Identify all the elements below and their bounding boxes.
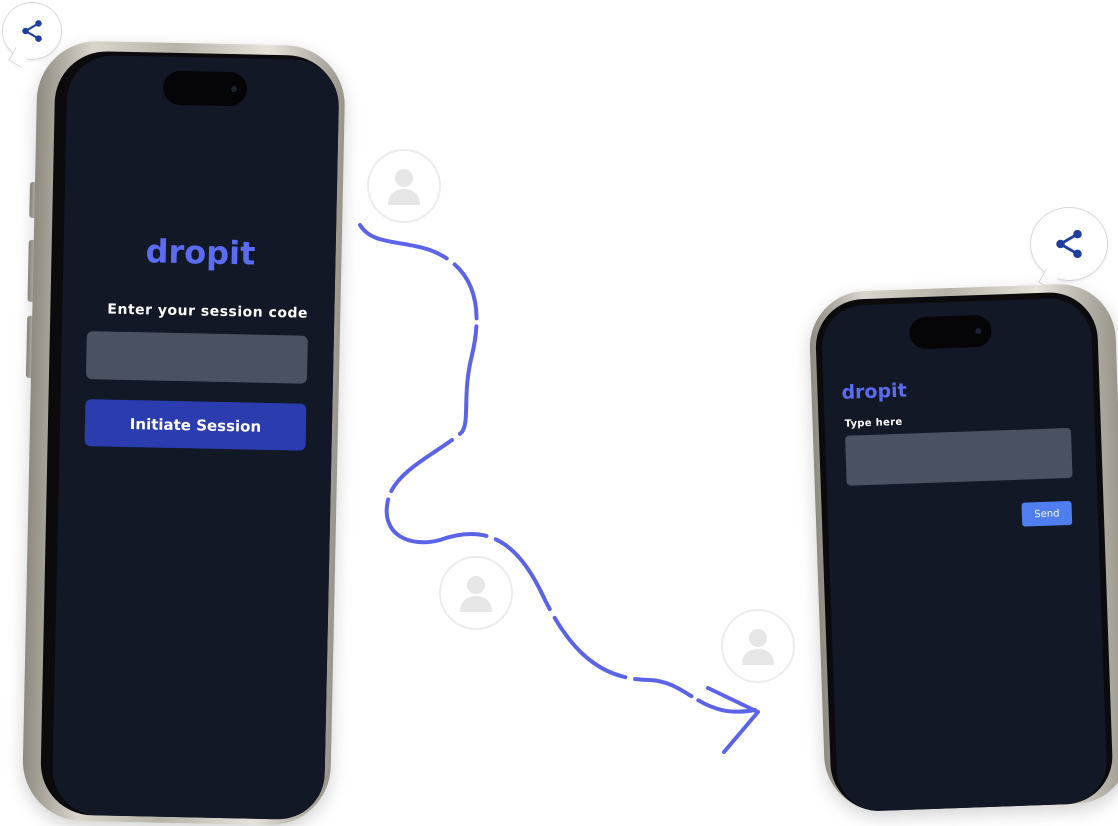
user-avatar-1 bbox=[367, 149, 441, 223]
message-prompt: Type here bbox=[844, 416, 903, 430]
share-icon bbox=[22, 20, 42, 42]
send-button[interactable]: Send bbox=[1021, 500, 1073, 527]
app-logo: dropit bbox=[145, 232, 256, 273]
phone-screen: dropit Enter your session code Initiate … bbox=[51, 54, 340, 821]
dynamic-island bbox=[908, 314, 992, 350]
app-logo: dropit bbox=[841, 379, 908, 404]
user-avatar-3 bbox=[721, 609, 795, 683]
user-avatar-icon bbox=[388, 169, 420, 205]
session-code-input[interactable] bbox=[85, 331, 308, 384]
user-avatar-icon bbox=[742, 629, 774, 665]
illustration-scene: dropit Enter your session code Initiate … bbox=[0, 0, 1118, 826]
phone-right: dropit Type here Send bbox=[808, 282, 1118, 813]
share-bubble-right[interactable] bbox=[1030, 207, 1108, 290]
share-icon bbox=[1056, 229, 1082, 259]
phone-left: dropit Enter your session code Initiate … bbox=[21, 40, 346, 826]
user-avatar-icon bbox=[460, 576, 492, 612]
user-avatar-2 bbox=[439, 556, 513, 630]
session-code-prompt: Enter your session code bbox=[107, 301, 309, 322]
message-input[interactable] bbox=[845, 427, 1073, 486]
initiate-session-button[interactable]: Initiate Session bbox=[84, 399, 307, 451]
dynamic-island bbox=[162, 70, 248, 107]
phone-screen: dropit Type here Send bbox=[820, 297, 1108, 813]
